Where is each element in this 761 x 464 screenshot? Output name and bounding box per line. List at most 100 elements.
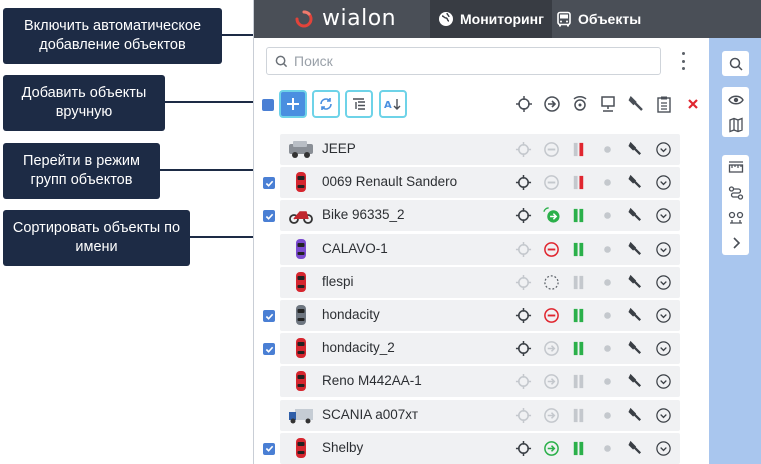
unit-checkbox[interactable] — [263, 442, 275, 455]
locate-header-icon[interactable] — [515, 95, 533, 113]
arrow-circle-header-icon[interactable] — [543, 95, 561, 113]
svg-text:A: A — [384, 100, 392, 111]
unit-name: flespi — [322, 273, 354, 289]
locate-icon[interactable] — [515, 307, 532, 324]
wrench-icon[interactable] — [627, 407, 644, 424]
locate-icon[interactable] — [515, 174, 532, 191]
wrench-icon[interactable] — [627, 274, 644, 291]
close-icon[interactable] — [684, 95, 702, 113]
tab-monitoring[interactable]: Мониторинг — [430, 0, 552, 38]
unit-row[interactable]: SCANIA а007хт — [280, 399, 680, 431]
refresh-icon — [320, 98, 332, 110]
unit-row[interactable]: hondacity_2 — [280, 333, 680, 365]
unit-checkbox[interactable] — [263, 177, 275, 190]
callout-group-mode-text: Перейти в режим групп объектов — [23, 153, 140, 188]
connection-bars-icon — [573, 176, 584, 190]
globe-icon — [439, 12, 453, 26]
connection-bars-icon — [573, 375, 584, 389]
chevron-down-circle-icon[interactable] — [655, 340, 672, 357]
dot-indicator-icon — [604, 245, 611, 253]
group-mode-button[interactable] — [345, 90, 373, 118]
search-input[interactable] — [294, 53, 644, 69]
unit-row[interactable]: hondacity — [280, 300, 680, 331]
add-units-button[interactable] — [279, 90, 307, 118]
moving-status-icon — [544, 341, 559, 357]
connection-bars-icon — [573, 242, 584, 256]
wrench-icon[interactable] — [627, 207, 644, 224]
locate-icon[interactable] — [515, 440, 532, 457]
auto-add-units-button[interactable] — [312, 90, 340, 118]
unit-row[interactable]: 0069 Renault Sandero — [280, 167, 680, 199]
select-all-checkbox[interactable] — [262, 99, 274, 111]
unit-row[interactable]: flespi — [280, 266, 680, 298]
sidebar-search-button[interactable] — [722, 51, 749, 76]
wrench-icon[interactable] — [627, 241, 644, 258]
wialon-logo[interactable]: wialon — [292, 6, 396, 31]
wrench-icon[interactable] — [627, 174, 644, 191]
locate-icon[interactable] — [515, 207, 532, 224]
chevron-down-circle-icon[interactable] — [655, 141, 672, 158]
terminal-header-icon[interactable] — [599, 95, 617, 113]
unit-checkbox[interactable] — [263, 210, 275, 223]
wrench-icon[interactable] — [627, 373, 644, 390]
locate-icon[interactable] — [515, 340, 532, 357]
stop-status-icon — [544, 308, 559, 323]
route-icon — [728, 185, 743, 200]
sidebar-geofence-button[interactable] — [722, 205, 749, 230]
wrench-icon[interactable] — [627, 141, 644, 158]
unit-checkbox[interactable] — [263, 310, 275, 322]
locate-icon[interactable] — [515, 274, 532, 291]
callout-sort-name: Сортировать объекты по имени — [3, 210, 190, 266]
callout-auto-add: Включить автоматическое добавление объек… — [3, 8, 222, 64]
chevron-down-circle-icon[interactable] — [655, 174, 672, 191]
geofence-icon — [728, 211, 743, 224]
ruler-icon — [728, 160, 743, 173]
more-menu-icon[interactable] — [679, 52, 687, 70]
wrench-icon[interactable] — [627, 340, 644, 357]
connection-bars-icon — [573, 441, 584, 455]
wrench-icon[interactable] — [627, 307, 644, 324]
red-car-icon — [296, 338, 306, 359]
chevron-down-circle-icon[interactable] — [655, 373, 672, 390]
unit-row[interactable]: Reno M442AA-1 — [280, 366, 680, 398]
unit-row[interactable]: CALAVO-1 — [280, 233, 680, 265]
sidebar-ruler-button[interactable] — [722, 155, 749, 180]
sidebar-map-button[interactable] — [722, 112, 749, 137]
dot-indicator-icon — [604, 411, 611, 419]
signal-header-icon[interactable] — [571, 95, 589, 113]
sidebar-eye-button[interactable] — [722, 87, 749, 112]
wrench-header-icon[interactable] — [627, 95, 645, 113]
callout-add-manual-text: Добавить объекты вручную — [21, 85, 147, 120]
chevron-down-circle-icon[interactable] — [655, 307, 672, 324]
unit-checkbox[interactable] — [263, 343, 275, 356]
connection-bars-icon — [573, 342, 584, 356]
unit-row[interactable]: Bike 96335_2 — [280, 200, 680, 232]
chevron-down-circle-icon[interactable] — [655, 274, 672, 291]
eye-icon — [727, 95, 744, 104]
chevron-down-circle-icon[interactable] — [655, 440, 672, 457]
locate-icon[interactable] — [515, 241, 532, 258]
search-icon — [275, 55, 288, 67]
locate-icon[interactable] — [515, 373, 532, 390]
locate-icon[interactable] — [515, 407, 532, 424]
clipboard-header-icon[interactable] — [655, 95, 673, 113]
red-car-icon — [296, 371, 306, 392]
wrench-icon[interactable] — [627, 440, 644, 457]
dot-indicator-icon — [604, 378, 611, 386]
tab-objects[interactable]: Объекты — [548, 0, 649, 38]
dot-indicator-icon — [604, 444, 611, 452]
locate-icon[interactable] — [515, 141, 532, 158]
chevron-down-circle-icon[interactable] — [655, 241, 672, 258]
chevron-down-circle-icon[interactable] — [655, 407, 672, 424]
sidebar-expand-button[interactable] — [722, 230, 749, 255]
unit-name: SCANIA а007хт — [322, 406, 419, 422]
dot-indicator-icon — [604, 278, 611, 286]
stop-status-icon — [544, 142, 559, 157]
chevron-down-circle-icon[interactable] — [655, 207, 672, 224]
sort-by-name-button[interactable]: A — [379, 90, 407, 118]
jeep-icon — [289, 141, 313, 158]
search-box[interactable] — [266, 47, 661, 75]
unit-row[interactable]: JEEP — [280, 134, 680, 165]
sidebar-route-button[interactable] — [722, 180, 749, 205]
unit-row[interactable]: Shelby — [280, 432, 680, 464]
